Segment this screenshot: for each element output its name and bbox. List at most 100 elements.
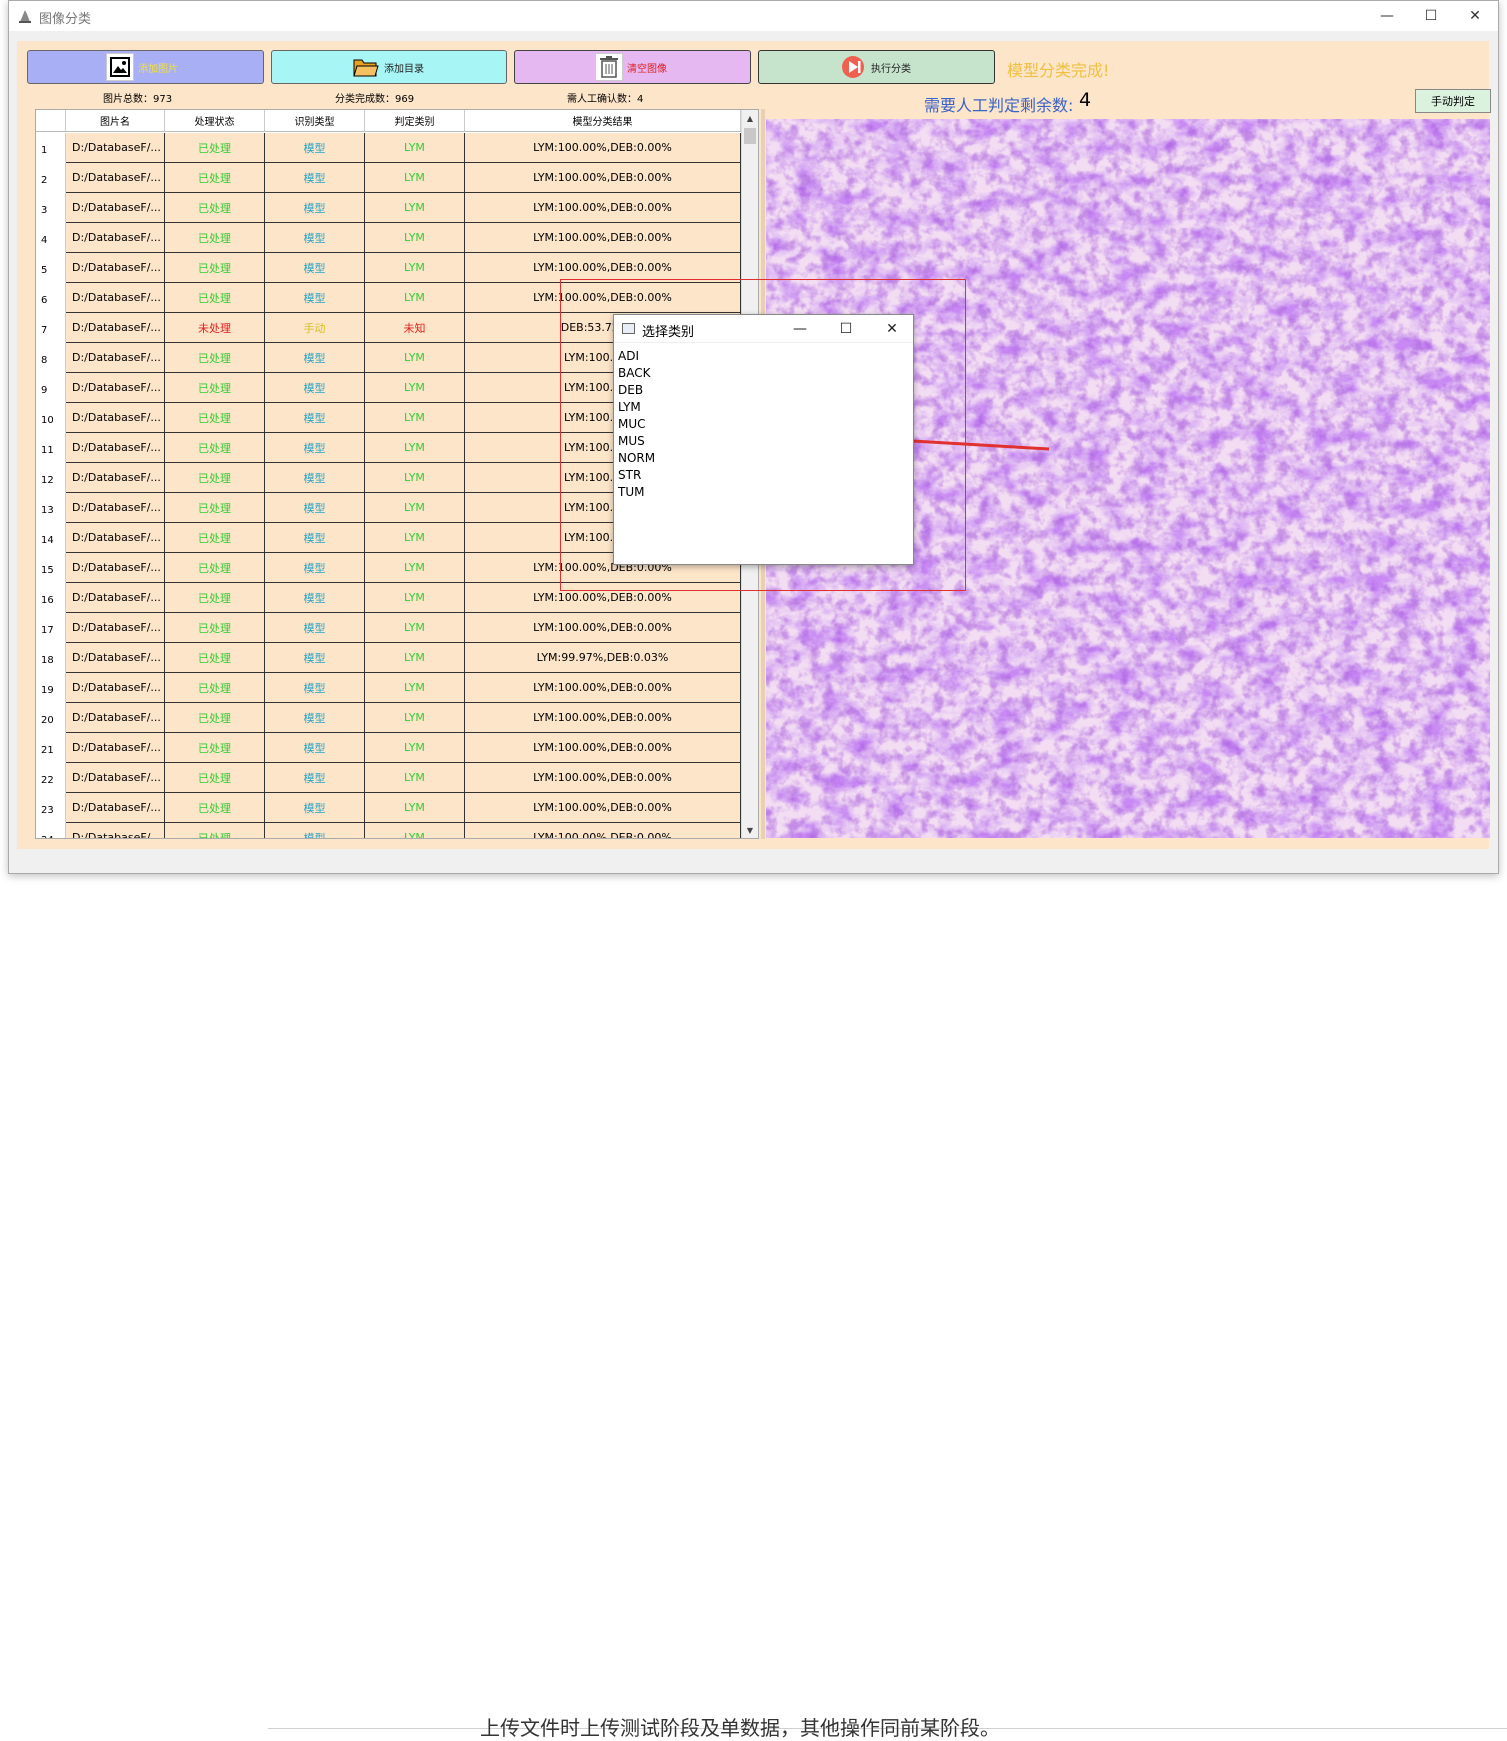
column-header-status[interactable]: 处理状态 xyxy=(165,110,265,131)
table-row[interactable]: 20 D:/DatabaseF/... 已处理 模型 LYM LYM:100.00%,DE… xyxy=(36,703,741,733)
image-name: D:/DatabaseF/... xyxy=(66,403,165,433)
table-row[interactable]: 1 D:/DatabaseF/... 已处理 模型 LYM LYM:100.00%,DEB… xyxy=(36,133,741,163)
category-item-adi[interactable]: ADI xyxy=(618,348,655,365)
row-index: 1 xyxy=(36,133,66,163)
add-directory-button[interactable]: 添加目录 xyxy=(271,50,507,84)
table-header: 图片名 处理状态 识别类型 判定类别 模型分类结果 xyxy=(36,110,741,132)
dialog-minimize-button[interactable]: — xyxy=(777,315,823,343)
remaining-value: 4 xyxy=(1079,89,1092,111)
row-index: 9 xyxy=(36,373,66,403)
image-name: D:/DatabaseF/... xyxy=(66,463,165,493)
category-item-mus[interactable]: MUS xyxy=(618,433,655,450)
add-image-button[interactable]: 添加图片 xyxy=(27,50,264,84)
judged-category: LYM xyxy=(365,553,465,583)
scroll-thumb[interactable] xyxy=(744,128,756,144)
row-index: 15 xyxy=(36,553,66,583)
recognition-type: 模型 xyxy=(265,703,365,733)
image-name: D:/DatabaseF/... xyxy=(66,763,165,793)
table-row[interactable]: 19 D:/DatabaseF/... 已处理 模型 LYM LYM:100.00%,DE… xyxy=(36,673,741,703)
column-header-result[interactable]: 模型分类结果 xyxy=(465,110,741,131)
table-row[interactable]: 22 D:/DatabaseF/... 已处理 模型 LYM LYM:100.00%,DE… xyxy=(36,763,741,793)
model-result: LYM:100.00%,DEB:0.00% xyxy=(465,253,741,283)
category-item-muc[interactable]: MUC xyxy=(618,416,655,433)
row-index: 24 xyxy=(36,823,66,838)
table-row[interactable]: 6 D:/DatabaseF/... 已处理 模型 LYM LYM:100.00%,DEB… xyxy=(36,283,741,313)
recognition-type: 模型 xyxy=(265,463,365,493)
process-status: 已处理 xyxy=(165,493,265,523)
judged-category: LYM xyxy=(365,793,465,823)
process-status: 已处理 xyxy=(165,793,265,823)
row-index: 11 xyxy=(36,433,66,463)
app-icon xyxy=(19,10,31,23)
category-item-norm[interactable]: NORM xyxy=(618,450,655,467)
process-status: 已处理 xyxy=(165,133,265,163)
image-name: D:/DatabaseF/... xyxy=(66,823,165,838)
process-status: 已处理 xyxy=(165,373,265,403)
table-row[interactable]: 16 D:/DatabaseF/... 已处理 模型 LYM LYM:100.00%,DE… xyxy=(36,583,741,613)
model-result: LYM:100.00%,DEB:0.00% xyxy=(465,283,741,313)
category-item-back[interactable]: BACK xyxy=(618,365,655,382)
category-item-deb[interactable]: DEB xyxy=(618,382,655,399)
table-row[interactable]: 3 D:/DatabaseF/... 已处理 模型 LYM LYM:100.00%,DEB… xyxy=(36,193,741,223)
row-index: 22 xyxy=(36,763,66,793)
clear-images-button[interactable]: 清空图像 xyxy=(514,50,751,84)
category-item-tum[interactable]: TUM xyxy=(618,484,655,501)
table-row[interactable]: 2 D:/DatabaseF/... 已处理 模型 LYM LYM:100.00%,DEB… xyxy=(36,163,741,193)
done-count: 分类完成数：969 xyxy=(335,94,415,105)
judged-category: LYM xyxy=(365,463,465,493)
minimize-button[interactable]: — xyxy=(1364,1,1410,31)
maximize-icon: ☐ xyxy=(1424,8,1438,24)
category-item-str[interactable]: STR xyxy=(618,467,655,484)
maximize-icon: ☐ xyxy=(839,321,853,337)
close-button[interactable]: ✕ xyxy=(1452,1,1498,31)
process-status: 已处理 xyxy=(165,193,265,223)
image-name: D:/DatabaseF/... xyxy=(66,313,165,343)
run-classify-button[interactable]: 执行分类 xyxy=(758,50,995,84)
recognition-type: 模型 xyxy=(265,343,365,373)
maximize-button[interactable]: ☐ xyxy=(1408,1,1454,31)
scroll-down-icon[interactable]: ▼ xyxy=(742,822,758,838)
column-header-type[interactable]: 识别类型 xyxy=(265,110,365,131)
image-icon xyxy=(106,53,134,81)
recognition-type: 模型 xyxy=(265,403,365,433)
table-row[interactable]: 24D:/DatabaseF/...已处理模型LYMLYM:100.00%,DE… xyxy=(36,823,741,838)
column-header-name[interactable]: 图片名 xyxy=(66,110,165,131)
model-result: LYM:100.00%,DEB:0.00% xyxy=(465,583,741,613)
category-item-lym[interactable]: LYM xyxy=(618,399,655,416)
table-row[interactable]: 21 D:/DatabaseF/... 已处理 模型 LYM LYM:100.00%,DE… xyxy=(36,733,741,763)
total-count: 图片总数：973 xyxy=(103,94,173,105)
judged-category: LYM xyxy=(365,133,465,163)
row-index: 4 xyxy=(36,223,66,253)
judged-category: LYM xyxy=(365,583,465,613)
column-header-category[interactable]: 判定类别 xyxy=(365,110,465,131)
table-row[interactable]: 23 D:/DatabaseF/... 已处理 模型 LYM LYM:100.00%,DE… xyxy=(36,793,741,823)
process-status: 已处理 xyxy=(165,643,265,673)
table-row[interactable]: 17 D:/DatabaseF/... 已处理 模型 LYM LYM:100.00%,DE… xyxy=(36,613,741,643)
recognition-type: 模型 xyxy=(265,283,365,313)
clear-images-label: 清空图像 xyxy=(627,63,667,75)
trash-icon xyxy=(595,53,623,81)
judged-category: LYM xyxy=(365,733,465,763)
recognition-type: 模型 xyxy=(265,673,365,703)
dialog-title-bar: 选择类别 — ☐ ✕ xyxy=(614,315,913,343)
dialog-close-button[interactable]: ✕ xyxy=(869,315,915,343)
model-result: LYM:100.00%,DEB:0.00% xyxy=(465,673,741,703)
image-name: D:/DatabaseF/... xyxy=(66,553,165,583)
scroll-up-icon[interactable]: ▲ xyxy=(742,110,758,126)
status-message: 模型分类完成! xyxy=(1007,61,1110,80)
row-index: 19 xyxy=(36,673,66,703)
table-row[interactable]: 18 D:/DatabaseF/... 已处理 模型 LYM LYM:99.97%,DEB… xyxy=(36,643,741,673)
row-index: 3 xyxy=(36,193,66,223)
recognition-type: 模型 xyxy=(265,493,365,523)
row-index: 13 xyxy=(36,493,66,523)
process-status: 已处理 xyxy=(165,823,265,838)
manual-judge-button[interactable]: 手动判定 xyxy=(1415,89,1491,113)
judged-category: LYM xyxy=(365,613,465,643)
dialog-maximize-button[interactable]: ☐ xyxy=(823,315,869,343)
table-row[interactable]: 4 D:/DatabaseF/... 已处理 模型 LYM LYM:100.00%,DEB… xyxy=(36,223,741,253)
row-index: 16 xyxy=(36,583,66,613)
table-row[interactable]: 5 D:/DatabaseF/... 已处理 模型 LYM LYM:100.00%,DEB… xyxy=(36,253,741,283)
row-index: 23 xyxy=(36,793,66,823)
model-result: LYM:100.00%,DEB:0.00% xyxy=(465,733,741,763)
title-bar: 图像分类 — ☐ ✕ xyxy=(9,1,1498,31)
